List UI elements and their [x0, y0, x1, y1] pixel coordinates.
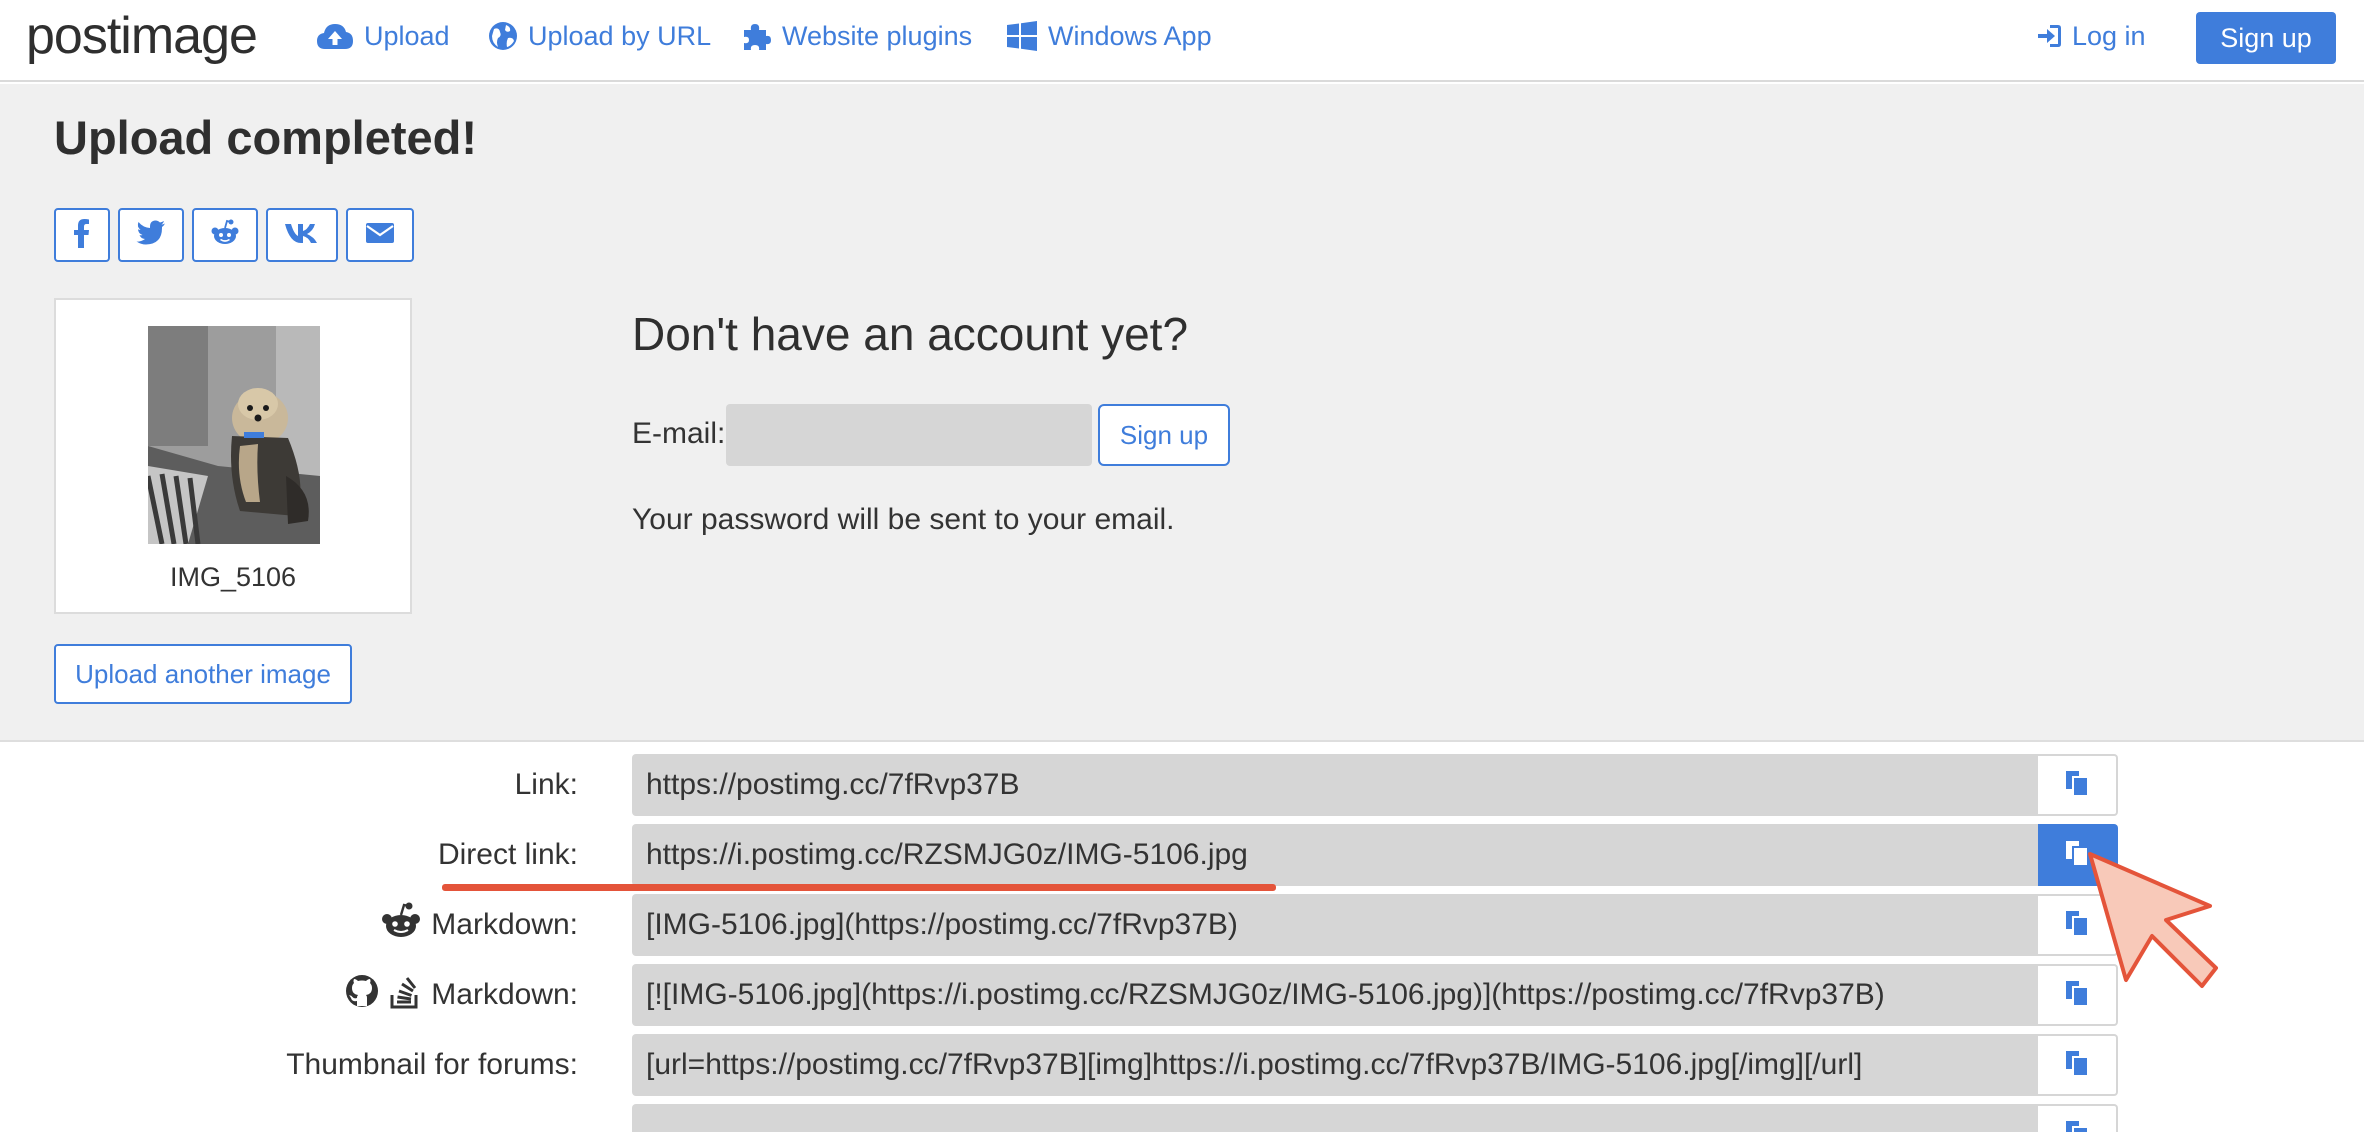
copy-icon — [2064, 1049, 2090, 1082]
share-email-button[interactable] — [346, 208, 414, 262]
globe-icon — [488, 21, 518, 51]
github-markdown-label: Markdown: — [345, 964, 578, 1026]
envelope-icon — [365, 221, 395, 250]
vk-icon — [284, 222, 320, 249]
thumbnail-forums-row: Thumbnail for forums: [url=https://posti… — [0, 1034, 2364, 1096]
nav-upload-label: Upload — [364, 21, 450, 51]
direct-link-label: Direct link: — [438, 824, 578, 886]
direct-link-field[interactable]: https://i.postimg.cc/RZSMJG0z/IMG-5106.j… — [632, 824, 2038, 886]
nav-upload-by-url[interactable]: Upload by URL — [488, 18, 711, 54]
reddit-markdown-row: Markdown: [IMG-5106.jpg](https://postimg… — [0, 894, 2364, 956]
email-label: E-mail: — [632, 417, 726, 450]
reddit-markdown-label-text: Markdown: — [431, 908, 578, 941]
link-label-text: Link: — [514, 768, 578, 801]
share-reddit-button[interactable] — [192, 208, 258, 262]
image-filename: IMG_5106 — [169, 562, 297, 592]
nav-upload-by-url-label: Upload by URL — [528, 21, 712, 51]
reddit-markdown-label: Markdown: — [381, 894, 578, 956]
windows-icon — [1006, 20, 1038, 52]
account-heading: Don't have an account yet? — [632, 308, 1189, 360]
thumbnail-forums-field[interactable]: [url=https://postimg.cc/7fRvp37B][img]ht… — [632, 1034, 2038, 1096]
top-navbar: postimage Upload Upload by URL Website p… — [0, 0, 2364, 82]
facebook-icon — [74, 218, 90, 253]
account-signup-button[interactable]: Sign up — [1098, 404, 1230, 466]
link-row: Link: https://postimg.cc/7fRvp37B — [0, 754, 2364, 816]
nav-website-plugins[interactable]: Website plugins — [740, 18, 972, 54]
github-markdown-field[interactable]: [![IMG-5106.jpg](https://i.postimg.cc/RZ… — [632, 964, 2038, 1026]
github-icon — [345, 974, 379, 1016]
nav-login[interactable]: Log in — [2036, 18, 2146, 54]
github-markdown-label-text: Markdown: — [431, 978, 578, 1011]
direct-link-highlight-underline — [442, 884, 1276, 891]
sign-in-icon — [2036, 23, 2062, 49]
share-vk-button[interactable] — [266, 208, 338, 262]
reddit-icon — [381, 902, 421, 948]
signup-button[interactable]: Sign up — [2196, 12, 2336, 64]
thumbnail-forums-label: Thumbnail for forums: — [286, 1034, 578, 1096]
page-title: Upload completed! — [54, 111, 478, 164]
thumbnail-forums-label-text: Thumbnail for forums: — [286, 1048, 578, 1081]
nav-windows-app[interactable]: Windows App — [1006, 18, 1212, 54]
github-markdown-row: Markdown: [![IMG-5106.jpg](https://i.pos… — [0, 964, 2364, 1026]
direct-link-row: Direct link: https://i.postimg.cc/RZSMJG… — [0, 824, 2364, 886]
password-note: Your password will be sent to your email… — [632, 503, 1175, 536]
link-field[interactable]: https://postimg.cc/7fRvp37B — [632, 754, 2038, 816]
cloud-upload-icon — [316, 22, 354, 50]
copy-icon — [2064, 769, 2090, 802]
stackoverflow-icon — [389, 973, 421, 1017]
nav-upload[interactable]: Upload — [316, 18, 450, 54]
arrow-pointer-icon — [2086, 850, 2226, 1005]
twitter-icon — [136, 220, 166, 251]
uploaded-image-thumbnail[interactable] — [148, 326, 320, 544]
share-facebook-button[interactable] — [54, 208, 110, 262]
reddit-icon — [210, 219, 240, 252]
copy-thumbnail-forums-button[interactable] — [2038, 1034, 2118, 1096]
nav-website-plugins-label: Website plugins — [782, 21, 973, 51]
copy-next-link-button[interactable] — [2038, 1104, 2118, 1132]
nav-login-label: Log in — [2072, 21, 2146, 51]
postimage-logo[interactable]: postimage — [26, 6, 258, 66]
copy-link-button[interactable] — [2038, 754, 2118, 816]
next-link-row — [0, 1104, 2364, 1132]
reddit-markdown-field[interactable]: [IMG-5106.jpg](https://postimg.cc/7fRvp3… — [632, 894, 2038, 956]
upload-another-image-button[interactable]: Upload another image — [54, 644, 352, 704]
uploaded-image-card: IMG_5106 — [54, 298, 412, 614]
direct-link-label-text: Direct link: — [437, 838, 578, 871]
puzzle-icon — [740, 20, 772, 52]
share-twitter-button[interactable] — [118, 208, 184, 262]
link-label: Link: — [515, 754, 578, 816]
email-field[interactable] — [726, 404, 1092, 466]
next-link-field[interactable] — [632, 1104, 2038, 1132]
copy-icon — [2064, 1119, 2090, 1132]
nav-windows-app-label: Windows App — [1048, 21, 1212, 51]
